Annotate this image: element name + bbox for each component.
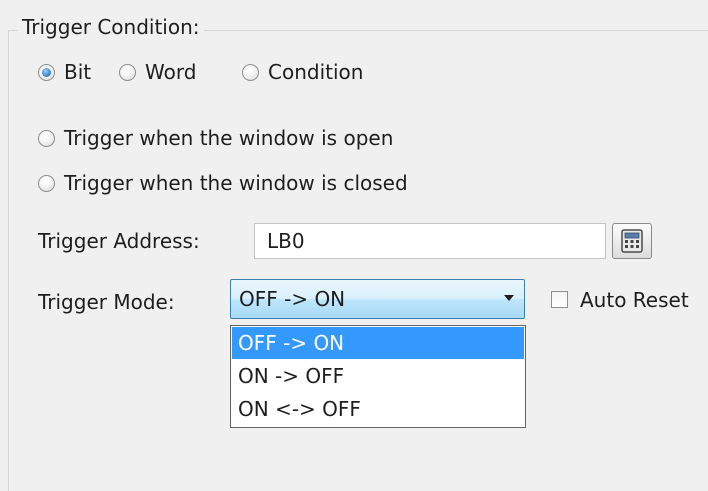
auto-reset-checkbox[interactable] — [551, 291, 568, 308]
trigger-mode-label: Trigger Mode: — [38, 290, 175, 314]
radio-condition[interactable]: Condition — [242, 60, 363, 84]
trigger-mode-select[interactable]: OFF -> ON — [230, 279, 525, 319]
calculator-icon — [621, 229, 643, 253]
radio-word[interactable]: Word — [119, 60, 196, 84]
radio-unchecked-icon — [242, 63, 259, 81]
trigger-address-value: LB0 — [267, 229, 305, 253]
radio-window-open[interactable]: Trigger when the window is open — [38, 126, 393, 150]
auto-reset-label: Auto Reset — [580, 288, 689, 312]
trigger-mode-selected-value: OFF -> ON — [239, 287, 346, 311]
radio-window-closed[interactable]: Trigger when the window is closed — [38, 171, 408, 195]
dropdown-option[interactable]: ON -> OFF — [232, 360, 524, 392]
radio-bit[interactable]: Bit — [38, 60, 91, 84]
radio-bit-label: Bit — [64, 60, 92, 84]
group-title: Trigger Condition: — [18, 14, 204, 40]
trigger-address-label: Trigger Address: — [38, 229, 200, 253]
radio-window-closed-label: Trigger when the window is closed — [64, 171, 408, 195]
radio-unchecked-icon — [119, 63, 136, 81]
radio-condition-label: Condition — [268, 60, 364, 84]
trigger-mode-dropdown: OFF -> ON ON -> OFF ON <-> OFF — [230, 325, 526, 428]
chevron-down-icon — [504, 295, 514, 301]
radio-unchecked-icon — [38, 174, 55, 192]
radio-window-open-label: Trigger when the window is open — [64, 126, 394, 150]
radio-checked-icon — [38, 63, 55, 81]
dropdown-option[interactable]: OFF -> ON — [232, 327, 524, 359]
radio-word-label: Word — [145, 60, 197, 84]
trigger-address-input[interactable]: LB0 — [254, 223, 606, 259]
dropdown-option[interactable]: ON <-> OFF — [232, 393, 524, 425]
radio-unchecked-icon — [38, 129, 55, 147]
address-keypad-button[interactable] — [612, 223, 652, 259]
